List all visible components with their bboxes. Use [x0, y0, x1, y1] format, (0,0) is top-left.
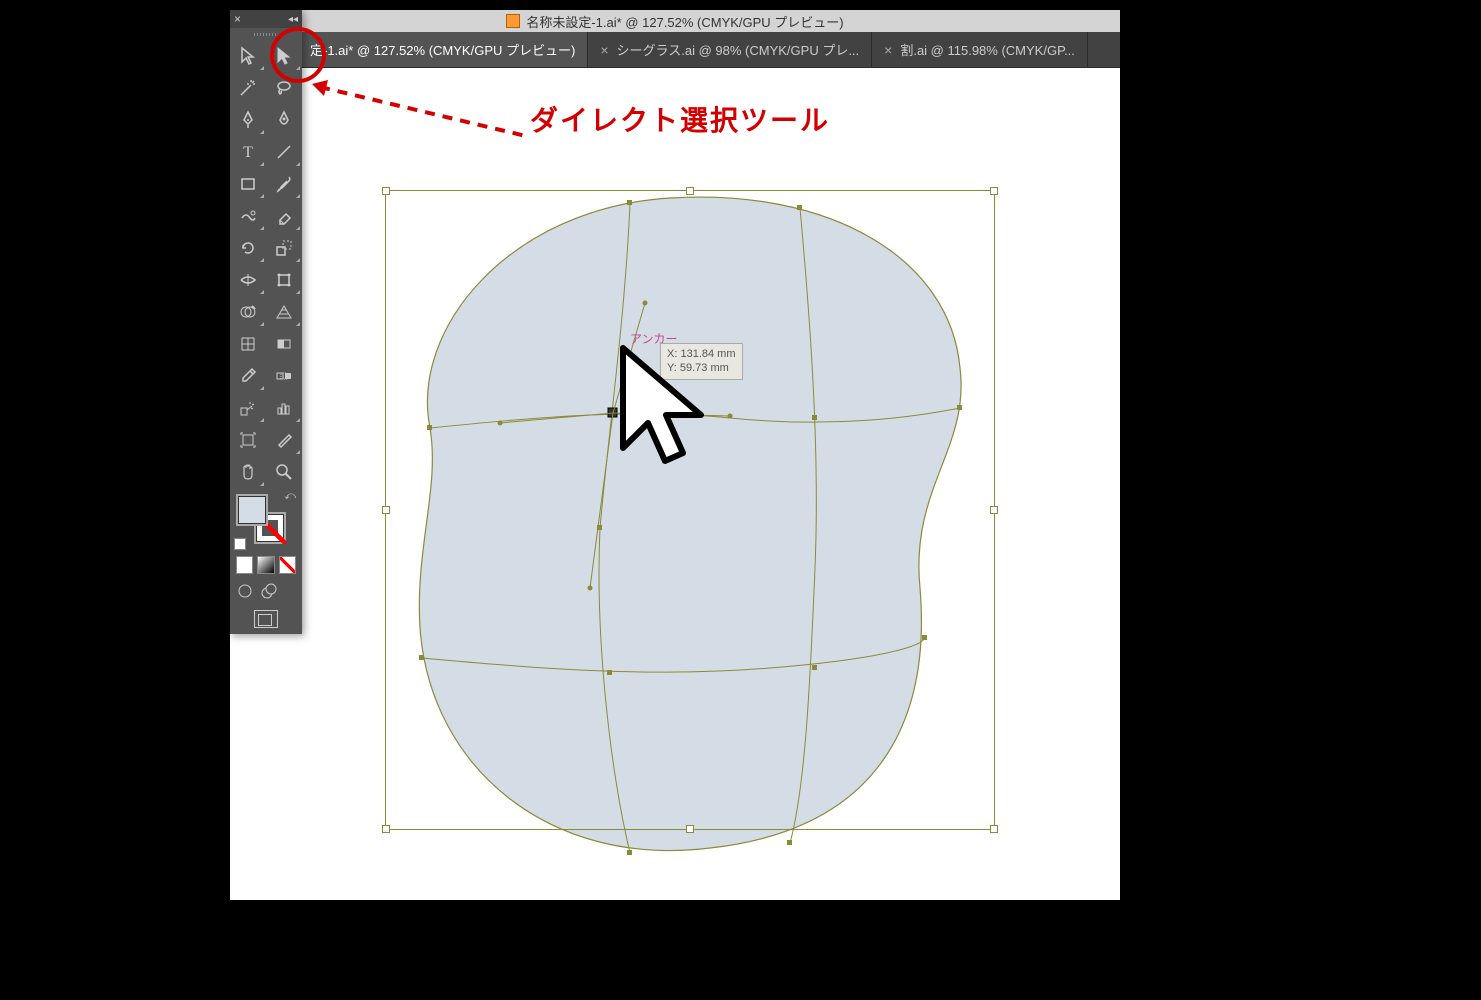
paintbrush-tool[interactable]: [266, 168, 302, 200]
rotate-tool[interactable]: [230, 232, 266, 264]
tab-label: シーグラス.ai @ 98% (CMYK/GPU プレ...: [617, 40, 860, 59]
tool-grid: T: [230, 40, 302, 488]
free-transform-tool[interactable]: [266, 264, 302, 296]
screen-mode-icon[interactable]: [254, 610, 278, 628]
window-title: 名称未設定-1.ai* @ 127.52% (CMYK/GPU プレビュー): [526, 12, 843, 31]
tools-panel: × ◂◂ T: [230, 10, 302, 634]
fill-swatch[interactable]: [236, 494, 268, 526]
perspective-grid-tool[interactable]: [266, 296, 302, 328]
panel-close-icon[interactable]: ×: [234, 12, 241, 26]
curvature-tool[interactable]: [266, 104, 302, 136]
bbox-handle-w[interactable]: [382, 506, 390, 514]
bbox-handle-sw[interactable]: [382, 825, 390, 833]
document-tabs: 定-1.ai* @ 127.52% (CMYK/GPU プレビュー) × シーグ…: [230, 32, 1120, 68]
artboard-tool[interactable]: [230, 424, 266, 456]
color-mode-none[interactable]: [279, 556, 296, 574]
draw-normal-icon[interactable]: [236, 582, 254, 600]
draw-mode-row: [230, 578, 302, 604]
width-tool[interactable]: [230, 264, 266, 296]
zoom-tool[interactable]: [266, 456, 302, 488]
line-tool[interactable]: [266, 136, 302, 168]
color-mode-row: [230, 552, 302, 578]
symbol-sprayer-tool[interactable]: [230, 392, 266, 424]
direct-selection-tool[interactable]: [266, 40, 302, 72]
pen-tool[interactable]: [230, 104, 266, 136]
selection-tool[interactable]: [230, 40, 266, 72]
tab-document-2[interactable]: × シーグラス.ai @ 98% (CMYK/GPU プレ...: [588, 32, 872, 67]
document-window: 名称未設定-1.ai* @ 127.52% (CMYK/GPU プレビュー) 定…: [230, 10, 1120, 900]
shaper-tool[interactable]: [230, 200, 266, 232]
color-mode-gradient[interactable]: [257, 556, 274, 574]
bbox-handle-ne[interactable]: [990, 187, 998, 195]
selection-bounding-box[interactable]: [385, 190, 995, 830]
tab-close-icon[interactable]: ×: [884, 42, 892, 58]
color-mode-solid[interactable]: [236, 556, 253, 574]
bbox-handle-nw[interactable]: [382, 187, 390, 195]
mesh-tool[interactable]: [230, 328, 266, 360]
title-bar: 名称未設定-1.ai* @ 127.52% (CMYK/GPU プレビュー): [230, 10, 1120, 32]
bbox-handle-n[interactable]: [686, 187, 694, 195]
fill-stroke-section: ⤺: [230, 488, 302, 552]
tab-label: 割.ai @ 115.98% (CMYK/GP...: [900, 40, 1075, 59]
panel-grip[interactable]: [230, 28, 302, 40]
cursor-illustration: [613, 343, 723, 473]
slice-tool[interactable]: [266, 424, 302, 456]
swap-fill-stroke-icon[interactable]: ⤺: [284, 490, 296, 503]
svg-text:T: T: [243, 144, 253, 161]
panel-header: × ◂◂: [230, 10, 302, 28]
hand-tool[interactable]: [230, 456, 266, 488]
default-fill-stroke-icon[interactable]: [234, 538, 246, 550]
column-graph-tool[interactable]: [266, 392, 302, 424]
scale-tool[interactable]: [266, 232, 302, 264]
panel-collapse-icon[interactable]: ◂◂: [288, 14, 298, 25]
magic-wand-tool[interactable]: [230, 72, 266, 104]
tab-close-icon[interactable]: ×: [600, 42, 608, 58]
shape-builder-tool[interactable]: [230, 296, 266, 328]
type-tool[interactable]: T: [230, 136, 266, 168]
tab-label: 定-1.ai* @ 127.52% (CMYK/GPU プレビュー): [310, 40, 575, 59]
gradient-tool[interactable]: [266, 328, 302, 360]
bbox-handle-se[interactable]: [990, 825, 998, 833]
tab-document-3[interactable]: × 割.ai @ 115.98% (CMYK/GP...: [872, 32, 1088, 67]
draw-behind-icon[interactable]: [260, 582, 278, 600]
lasso-tool[interactable]: [266, 72, 302, 104]
bbox-handle-s[interactable]: [686, 825, 694, 833]
blend-tool[interactable]: [266, 360, 302, 392]
canvas[interactable]: アンカー X: 131.84 mm Y: 59.73 mm: [230, 68, 1120, 900]
screen-mode-section[interactable]: [230, 604, 302, 634]
document-icon: [506, 14, 520, 28]
eraser-tool[interactable]: [266, 200, 302, 232]
bbox-handle-e[interactable]: [990, 506, 998, 514]
eyedropper-tool[interactable]: [230, 360, 266, 392]
rectangle-tool[interactable]: [230, 168, 266, 200]
